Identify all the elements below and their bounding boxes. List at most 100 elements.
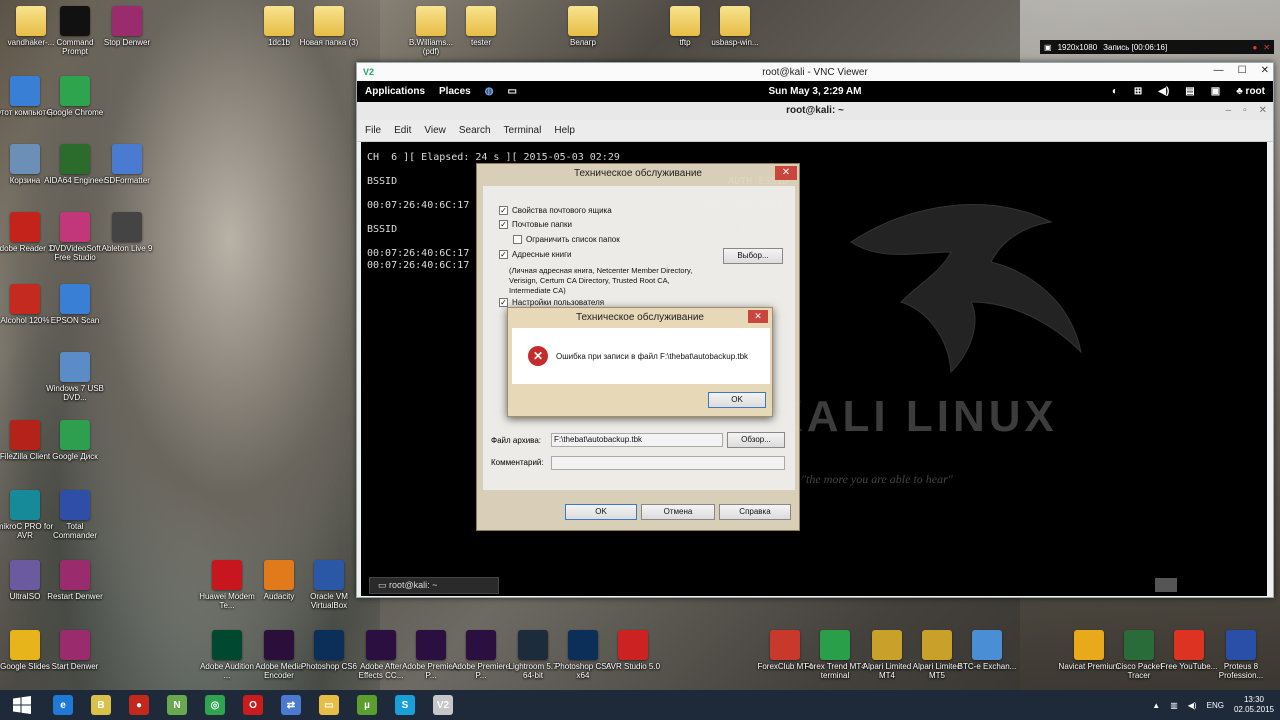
- user-menu[interactable]: ♣ root: [1236, 86, 1265, 97]
- taskbar-item[interactable]: S: [388, 692, 422, 718]
- close-button[interactable]: ✕: [1259, 102, 1267, 120]
- taskbar-item[interactable]: ◎: [198, 692, 232, 718]
- app-icon: [60, 6, 90, 36]
- desktop-icon[interactable]: Google Диск: [44, 420, 106, 461]
- desktop-icon[interactable]: Велагр: [552, 6, 614, 47]
- desktop-icon[interactable]: Ableton Live 9: [96, 212, 158, 253]
- comment-field[interactable]: [551, 456, 785, 470]
- taskbar-item[interactable]: ●: [122, 692, 156, 718]
- volume-icon[interactable]: ◀): [1188, 701, 1197, 710]
- workspace-switcher[interactable]: [1155, 578, 1177, 592]
- desktop-icon-label: Proteus 8 Profession...: [1218, 662, 1264, 680]
- close-button[interactable]: ✕: [1261, 65, 1269, 76]
- desktop-icon[interactable]: Oracle VM VirtualBox: [298, 560, 360, 610]
- desktop-icon[interactable]: Stop Denwer: [96, 6, 158, 47]
- close-button[interactable]: ✕: [748, 310, 768, 323]
- desktop-icon[interactable]: tester: [450, 6, 512, 47]
- desktop-icon[interactable]: AVR Studio 5.0: [602, 630, 664, 671]
- backup-dialog-title: Техническое обслуживание: [574, 168, 702, 179]
- desktop-icon[interactable]: Новая папка (3): [298, 6, 360, 47]
- taskbar-item[interactable]: µ: [350, 692, 384, 718]
- desktop-icon-label: Total Commander: [52, 522, 97, 540]
- start-button[interactable]: [2, 692, 42, 718]
- network-icon[interactable]: ⊞: [1134, 86, 1142, 97]
- checkbox-mail-folders[interactable]: ✓ Почтовые папки: [499, 220, 572, 229]
- menu-item[interactable]: Help: [554, 125, 575, 136]
- choose-button[interactable]: Выбор...: [723, 248, 783, 264]
- taskbar-clock[interactable]: 13:30 02.05.2015: [1234, 695, 1274, 715]
- volume-icon[interactable]: ◀): [1158, 86, 1169, 97]
- iceweasel-icon[interactable]: ◍: [485, 86, 494, 97]
- taskbar-item[interactable]: e: [46, 692, 80, 718]
- app-icon: [10, 144, 40, 174]
- desktop-icon[interactable]: SDFormatter: [96, 144, 158, 185]
- desktop-icon-label: SDFormatter: [104, 176, 150, 185]
- menu-item[interactable]: File: [365, 125, 381, 136]
- menu-item[interactable]: Edit: [394, 125, 411, 136]
- taskbar-item[interactable]: N: [160, 692, 194, 718]
- tray-arrow-icon[interactable]: ▲: [1152, 701, 1160, 710]
- comment-label: Комментарий:: [491, 458, 544, 467]
- close-button[interactable]: ✕: [775, 166, 797, 180]
- checkbox-limit-folders[interactable]: Ограничить список папок: [513, 235, 620, 244]
- app-icon: [568, 630, 598, 660]
- address-books-description: (Личная адресная книга, Netcenter Member…: [509, 266, 693, 295]
- display-icon[interactable]: ▣: [1211, 86, 1220, 97]
- terminal-icon[interactable]: ▭: [507, 86, 516, 97]
- taskbar-terminal-item[interactable]: ▭ root@kali: ~: [369, 576, 499, 594]
- app-icon: [618, 630, 648, 660]
- app-icon: [1074, 630, 1104, 660]
- app-icon: [60, 490, 90, 520]
- desktop-icon[interactable]: Restart Denwer: [44, 560, 106, 601]
- maximize-button[interactable]: ☐: [1238, 65, 1247, 76]
- desktop-icon[interactable]: Total Commander: [44, 490, 106, 540]
- places-menu[interactable]: Places: [439, 86, 471, 97]
- chrome-icon: ◎: [205, 695, 225, 715]
- desktop-icon[interactable]: Proteus 8 Profession...: [1210, 630, 1272, 680]
- maximize-button[interactable]: ▫: [1243, 102, 1247, 120]
- app-icon: [466, 6, 496, 36]
- taskbar-item[interactable]: B: [84, 692, 118, 718]
- taskbar-item[interactable]: ⇄: [274, 692, 308, 718]
- browse-button[interactable]: Обзор...: [727, 432, 785, 448]
- checkbox-address-books[interactable]: ✓ Адресные книги: [499, 250, 572, 259]
- desktop-icon[interactable]: Google Chrome: [44, 76, 106, 117]
- ok-button[interactable]: OK: [565, 504, 637, 520]
- clipboard-icon[interactable]: ▤: [1185, 86, 1194, 97]
- archive-label: Файл архива:: [491, 436, 541, 445]
- windows-logo-icon: [13, 696, 31, 714]
- minimize-button[interactable]: –: [1226, 102, 1232, 120]
- taskbar-item[interactable]: ▭: [312, 692, 346, 718]
- system-tray: ▲ ▥ ◀) ENG 13:30 02.05.2015: [1152, 690, 1274, 720]
- menu-item[interactable]: View: [424, 125, 446, 136]
- close-icon[interactable]: ✕: [1263, 43, 1270, 52]
- desktop-icon-label: AVR Studio 5.0: [605, 662, 661, 671]
- desktop-icon[interactable]: Windows 7 USB DVD...: [44, 352, 106, 402]
- app-icon: [518, 630, 548, 660]
- notifications-icon[interactable]: ◐: [1112, 86, 1118, 97]
- taskbar-item[interactable]: O: [236, 692, 270, 718]
- menu-item[interactable]: Search: [459, 125, 491, 136]
- desktop-icon[interactable]: BTC-e Exchan...: [956, 630, 1018, 671]
- desktop-icon-label: Oracle VM VirtualBox: [310, 592, 348, 610]
- applications-menu[interactable]: Applications: [365, 86, 425, 97]
- checkbox-user-settings[interactable]: ✓ Настройки пользователя: [499, 298, 604, 307]
- desktop-icon[interactable]: EPSON Scan: [44, 284, 106, 325]
- help-button[interactable]: Справка: [719, 504, 791, 520]
- error-message-area: ✕ Ошибка при записи в файл F:\thebat\aut…: [512, 328, 770, 384]
- desktop-icon[interactable]: usbasp-win...: [704, 6, 766, 47]
- language-indicator[interactable]: ENG: [1207, 701, 1224, 710]
- app-icon: [466, 630, 496, 660]
- checkbox-mailbox-props[interactable]: ✓ Свойства почтового ящика: [499, 206, 612, 215]
- app-icon: [10, 420, 40, 450]
- taskbar-item[interactable]: V2: [426, 692, 460, 718]
- ok-button[interactable]: OK: [708, 392, 766, 408]
- minimize-button[interactable]: —: [1214, 65, 1224, 76]
- menu-item[interactable]: Terminal: [504, 125, 542, 136]
- cancel-button[interactable]: Отмена: [641, 504, 715, 520]
- network-icon[interactable]: ▥: [1170, 701, 1178, 710]
- archive-path-field[interactable]: F:\thebat\autobackup.tbk: [551, 433, 723, 447]
- desktop-icon[interactable]: Start Denwer: [44, 630, 106, 671]
- record-icon[interactable]: ●: [1252, 43, 1257, 52]
- app-icon: [60, 630, 90, 660]
